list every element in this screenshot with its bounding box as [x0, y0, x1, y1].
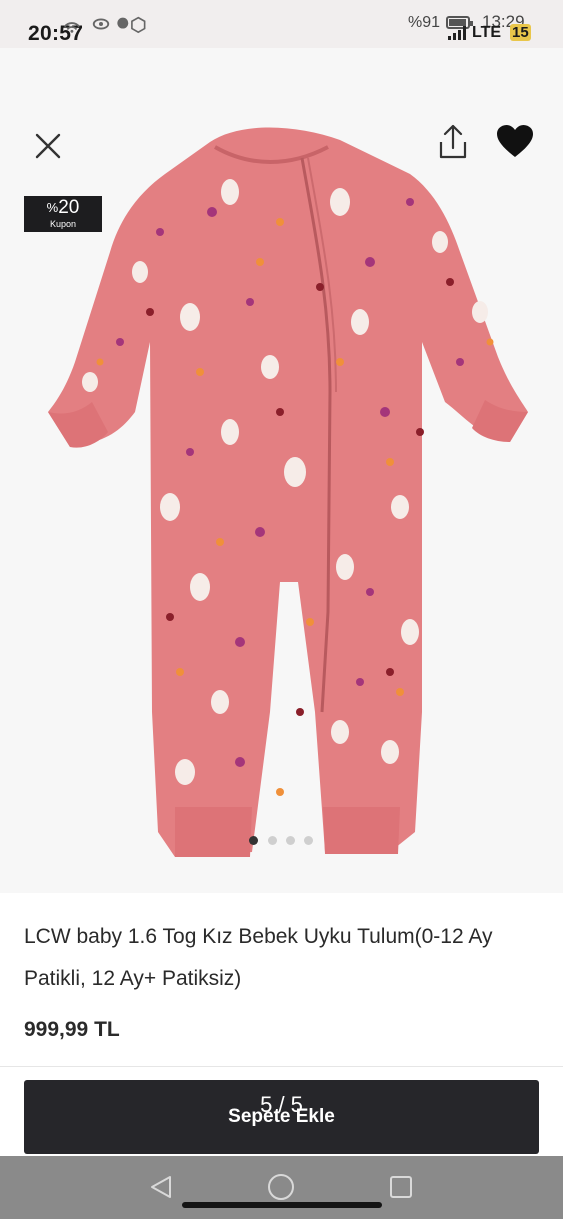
gesture-handle[interactable]: [182, 1202, 382, 1208]
battery-percent: %91: [408, 14, 441, 31]
pagination-dot[interactable]: [249, 836, 258, 845]
product-title: LCW baby 1.6 Tog Kız Bebek Uyku Tulum(0-…: [24, 925, 493, 990]
share-icon[interactable]: [434, 122, 472, 162]
coupon-amount: 20: [58, 197, 80, 218]
add-to-cart-button[interactable]: 5 / 5 Sepete Ekle: [24, 1080, 539, 1154]
signal-icon: [448, 26, 466, 40]
network-type: LTE: [472, 24, 502, 41]
system-nav-bar: [0, 1156, 563, 1219]
divider: [0, 1066, 563, 1067]
back-icon[interactable]: [148, 1174, 174, 1200]
status-badge: 15: [510, 24, 531, 41]
status-icons: [63, 16, 146, 34]
pagination-dot[interactable]: [268, 836, 277, 845]
coupon-prefix: %: [46, 200, 59, 215]
add-to-cart-label: Sepete Ekle: [228, 1106, 335, 1127]
recent-apps-icon[interactable]: [390, 1176, 412, 1198]
pagination-dot[interactable]: [286, 836, 295, 845]
close-icon[interactable]: [30, 128, 66, 164]
product-price: 999,99 TL: [24, 1018, 120, 1041]
coupon-label: Kupon: [49, 219, 77, 229]
pagination-dot[interactable]: [304, 836, 313, 845]
status-bar: 20:57 %91 13:29 LTE 15: [0, 0, 563, 48]
coupon-value: %20: [24, 198, 102, 218]
home-icon[interactable]: [268, 1174, 294, 1200]
heart-icon[interactable]: [496, 124, 534, 160]
coupon-badge: %20 Kupon: [24, 196, 102, 232]
product-image: [48, 127, 528, 857]
product-detail-page: 20:57 %91 13:29 LTE 15 %20 Kupon LCW bab…: [0, 0, 563, 1219]
product-gallery[interactable]: %20 Kupon: [0, 48, 563, 893]
